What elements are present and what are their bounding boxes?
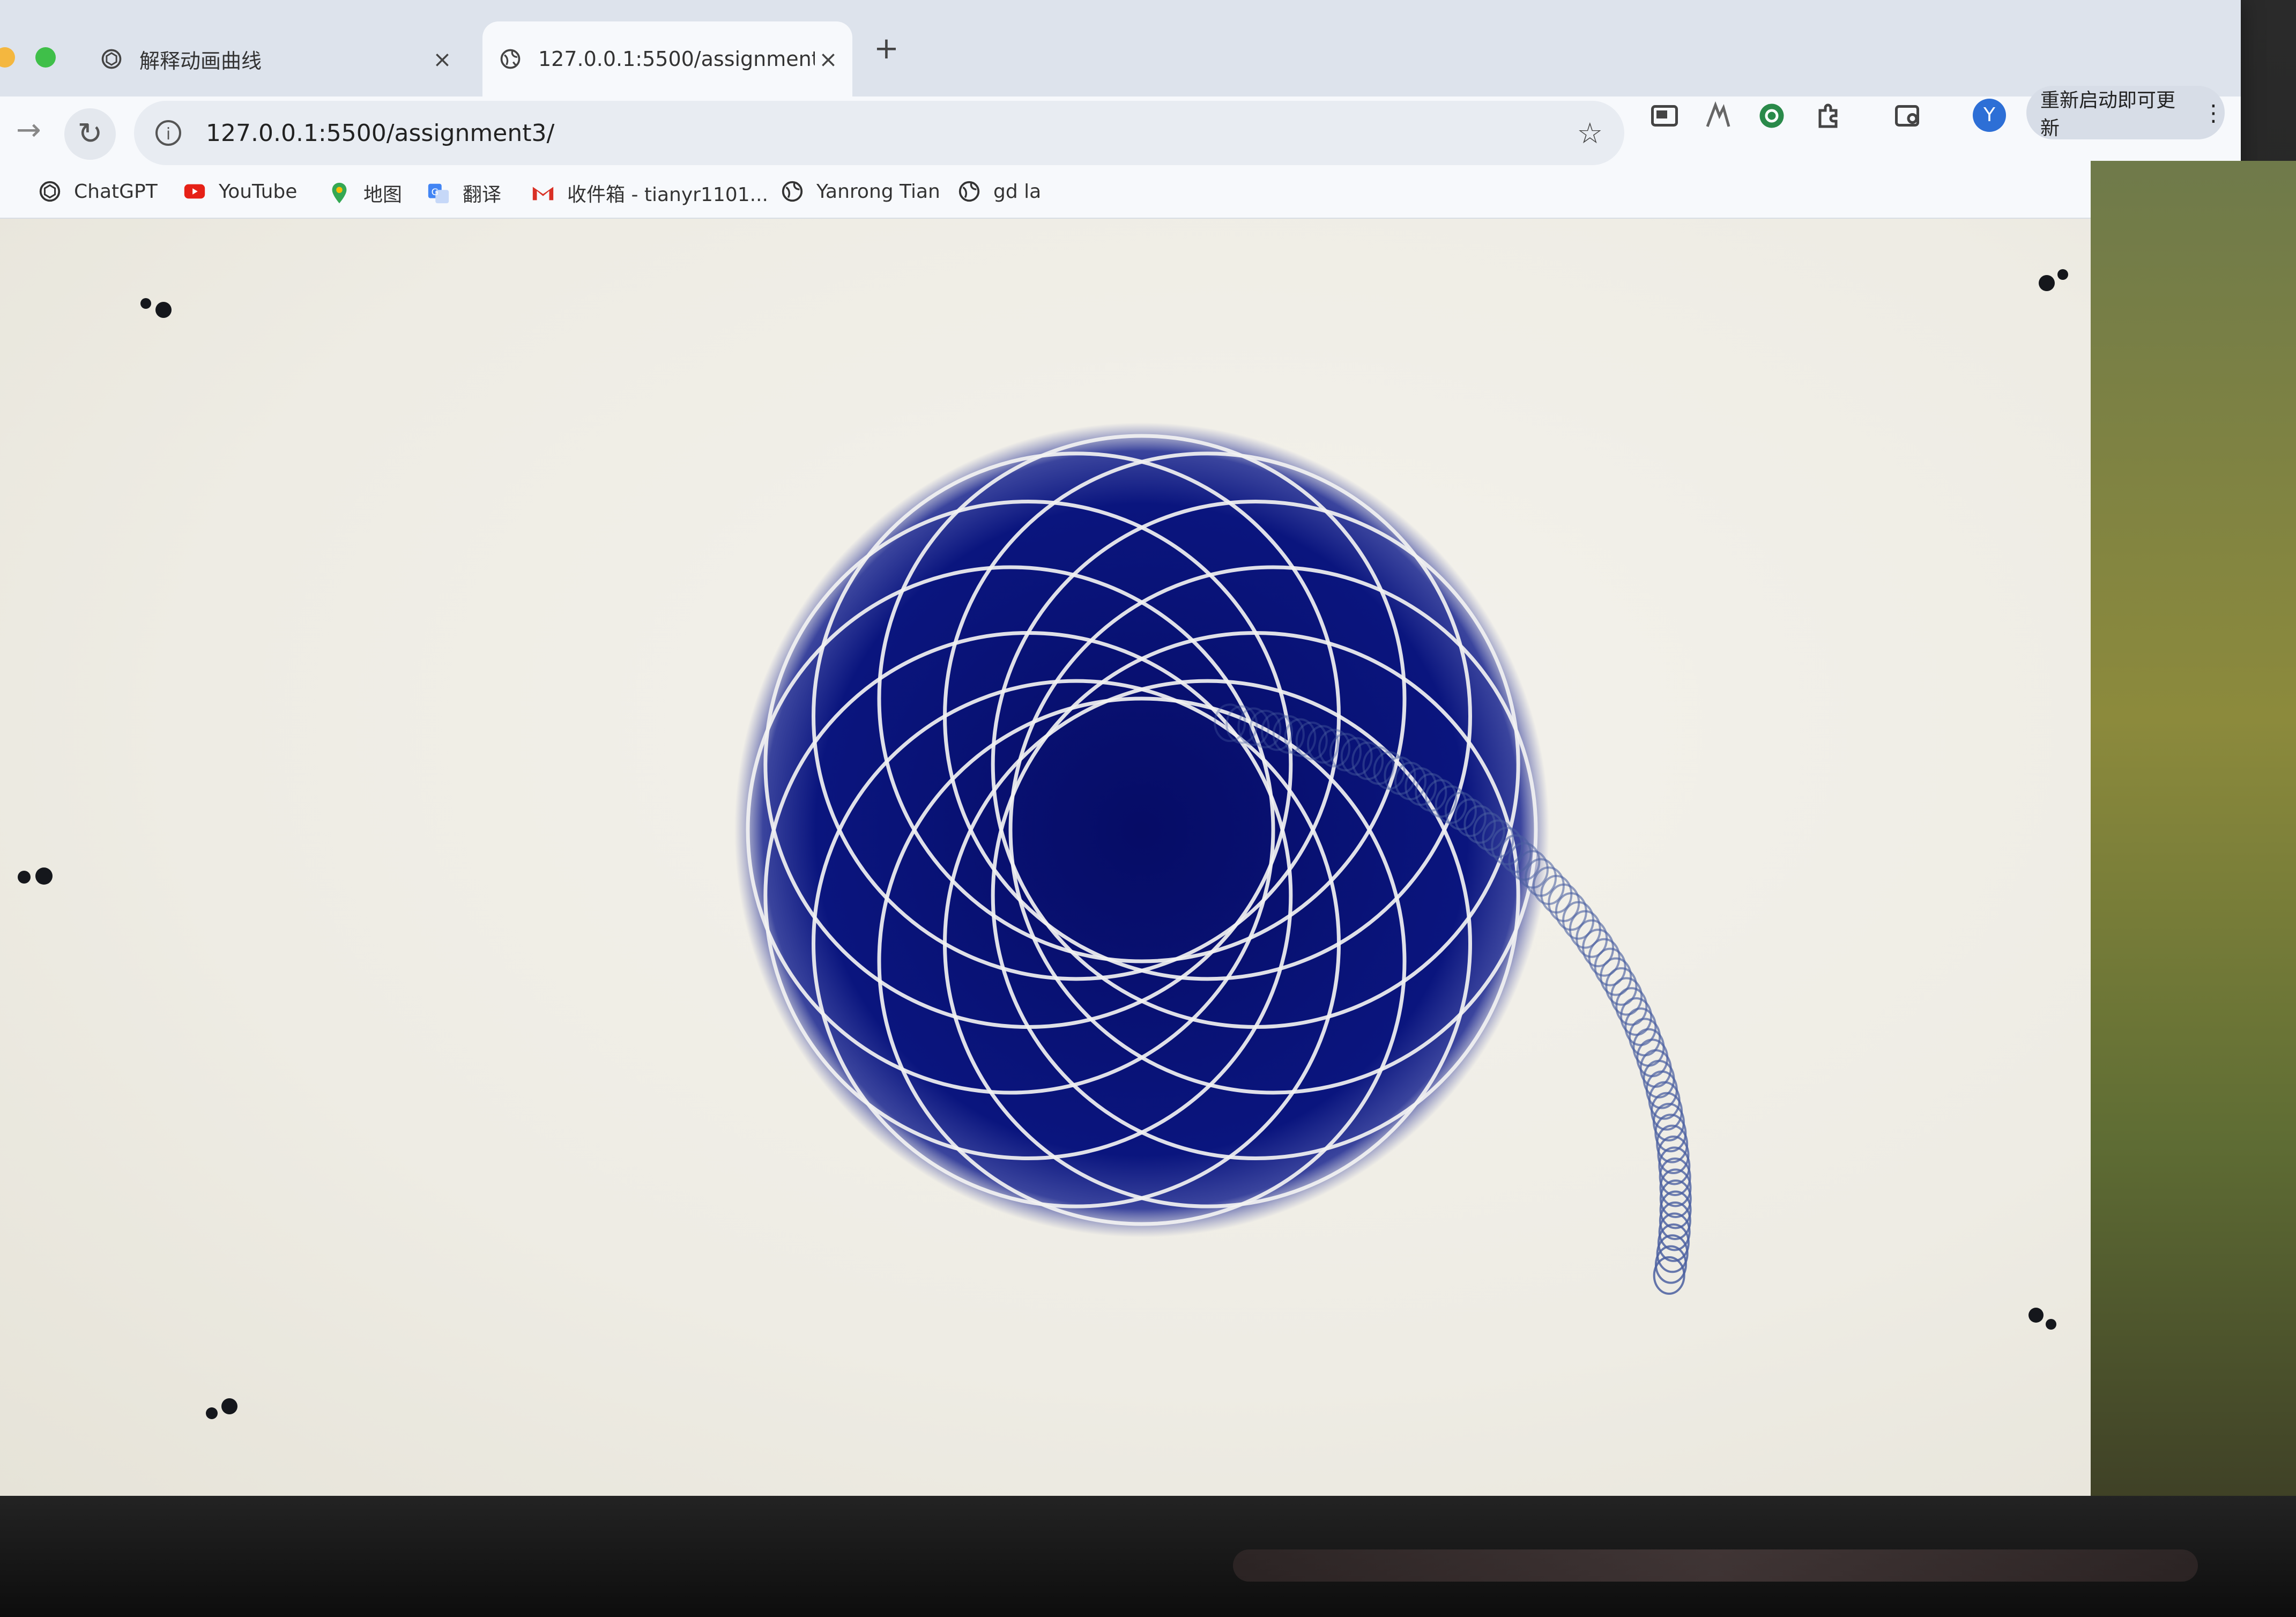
bookmarks-bar: ChatGPT YouTube 地图 G 翻译 收件箱 - tianyr1101… xyxy=(0,172,2241,219)
tab-title: 解释动画曲线 xyxy=(139,49,262,73)
reload-icon[interactable]: ↻ xyxy=(64,108,116,160)
bookmark-label: YouTube xyxy=(219,180,298,203)
youtube-icon xyxy=(184,184,205,199)
translate-icon: G xyxy=(428,183,449,204)
bookmark-label: 地图 xyxy=(363,184,403,206)
tab-title: 127.0.0.1:5500/assignment3/ xyxy=(538,47,815,71)
tab-strip: 解释动画曲线 × 127.0.0.1:5500/assignment3/ × + xyxy=(0,0,2241,97)
update-label: 重新启动即可更新 xyxy=(2040,90,2176,139)
chatgpt-icon xyxy=(101,49,122,69)
bookmark-maps[interactable]: 地图 xyxy=(327,179,402,207)
orbit-dot xyxy=(155,302,172,318)
address-bar[interactable]: i ☆ xyxy=(134,101,1624,165)
bookmark-label: 收件箱 - tianyr1101... xyxy=(567,184,768,206)
keyboard-edge xyxy=(1233,1549,2198,1582)
forward-arrow-icon[interactable]: → xyxy=(16,113,41,147)
url-input[interactable] xyxy=(205,118,1493,147)
bookmark-label: gd la xyxy=(993,180,1042,203)
tab-assignment3[interactable]: 127.0.0.1:5500/assignment3/ × xyxy=(482,21,852,97)
new-tab-button[interactable]: + xyxy=(874,31,899,66)
bookmark-gd-la[interactable]: gd la xyxy=(957,179,1041,204)
maps-pin-icon xyxy=(332,182,347,204)
minimize-window-button[interactable] xyxy=(0,47,15,68)
orbit-dot xyxy=(2039,275,2055,291)
restart-to-update-button[interactable]: 重新启动即可更新 ⋮ xyxy=(2026,86,2225,139)
orbit-dot xyxy=(18,871,31,884)
reader-mode-icon[interactable] xyxy=(1648,100,1681,132)
orbit-dot xyxy=(2028,1308,2044,1323)
chatgpt-icon xyxy=(39,181,61,202)
globe-icon xyxy=(500,49,521,69)
globe-icon xyxy=(782,181,803,202)
orbit-dot xyxy=(2057,269,2068,280)
gmail-icon xyxy=(532,187,554,201)
bookmark-translate[interactable]: G 翻译 xyxy=(426,179,501,207)
desktop-wallpaper-edge xyxy=(2091,161,2296,1555)
profile-avatar[interactable]: Y xyxy=(1973,99,2006,132)
globe-icon xyxy=(958,181,980,202)
orbit-dot xyxy=(140,298,151,309)
bookmark-label: 翻译 xyxy=(463,184,502,206)
bookmark-gmail-inbox[interactable]: 收件箱 - tianyr1101... xyxy=(531,179,768,207)
orbit-dot xyxy=(2046,1319,2056,1330)
zoom-window-button[interactable] xyxy=(35,47,56,68)
bookmark-label: Yanrong Tian xyxy=(816,180,940,203)
bookmark-youtube[interactable]: YouTube xyxy=(182,179,297,204)
browser-window: 解释动画曲线 × 127.0.0.1:5500/assignment3/ × +… xyxy=(0,0,2241,1496)
extensions-puzzle-icon[interactable] xyxy=(1812,100,1844,132)
svg-text:G: G xyxy=(432,187,439,198)
trail-ghost-circle xyxy=(1659,1179,1692,1218)
tab-explain-animation-curve[interactable]: 解释动画曲线 × xyxy=(80,21,466,97)
close-tab-icon[interactable]: × xyxy=(429,46,456,72)
close-tab-icon[interactable]: × xyxy=(815,46,842,72)
animation-canvas xyxy=(0,219,2241,1496)
bookmark-yanrong-tian[interactable]: Yanrong Tian xyxy=(780,179,940,204)
orbit-dot xyxy=(206,1407,218,1419)
orbit-dot xyxy=(35,867,53,885)
bookmark-star-icon[interactable]: ☆ xyxy=(1577,116,1603,150)
animation-svg xyxy=(18,269,2199,1419)
extension-a-icon[interactable] xyxy=(1702,100,1734,132)
tab-search-icon[interactable] xyxy=(1892,100,1925,132)
bookmark-label: ChatGPT xyxy=(74,180,158,203)
sphere-body xyxy=(734,422,1549,1237)
bookmark-chatgpt[interactable]: ChatGPT xyxy=(38,179,158,204)
menu-dots-icon[interactable]: ⋮ xyxy=(2202,100,2225,126)
extension-grammarly-icon[interactable] xyxy=(1756,100,1788,132)
orbit-dot xyxy=(221,1398,237,1414)
site-info-icon[interactable]: i xyxy=(155,120,181,146)
